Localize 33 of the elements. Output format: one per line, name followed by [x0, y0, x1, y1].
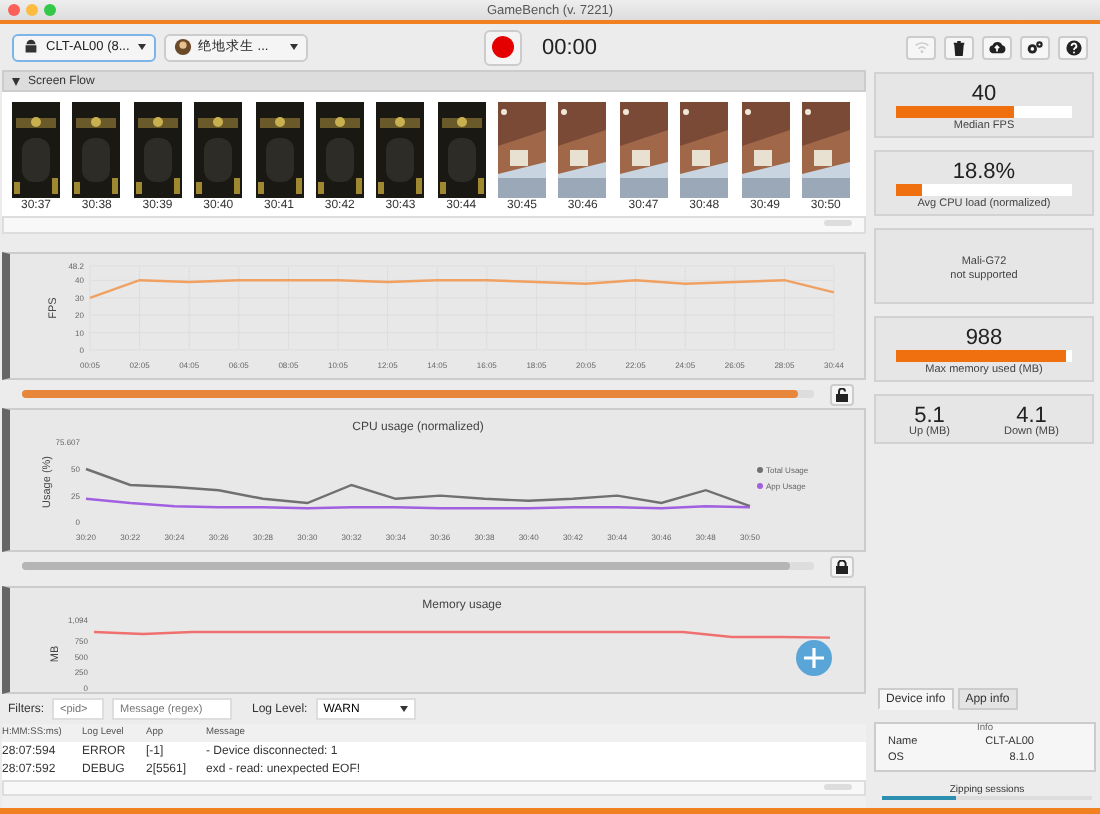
wifi-icon — [913, 40, 929, 54]
stat-value: 18.8% — [952, 162, 1016, 182]
stat-value: 4.1 — [1016, 406, 1047, 426]
help-button[interactable] — [1058, 35, 1088, 59]
app-icon — [174, 38, 192, 56]
plus-icon — [804, 648, 824, 668]
delete-button[interactable] — [944, 35, 974, 59]
add-button[interactable] — [796, 640, 832, 676]
help-icon — [1065, 39, 1081, 55]
stat-value: 5.1 — [914, 406, 945, 426]
upload-button[interactable] — [982, 35, 1012, 59]
gears-icon — [1026, 39, 1044, 55]
horizontal-scrollbar[interactable] — [2, 780, 866, 796]
caret-icon — [290, 44, 298, 50]
close-button[interactable] — [8, 4, 20, 16]
lock-button[interactable] — [830, 555, 854, 577]
settings-button[interactable] — [1020, 35, 1050, 59]
range-slider[interactable] — [22, 390, 814, 398]
range-slider[interactable] — [22, 562, 814, 570]
record-button[interactable] — [484, 29, 522, 65]
trash-icon — [952, 39, 966, 55]
stat-value: 40 — [971, 84, 997, 104]
horizontal-scrollbar[interactable] — [2, 216, 866, 234]
lock-icon — [836, 559, 848, 573]
minimize-button[interactable] — [26, 4, 38, 16]
unlock-button[interactable] — [830, 383, 854, 405]
stat-value: 988 — [965, 328, 1003, 348]
timer: 00:00 — [542, 35, 598, 59]
zoom-button[interactable] — [44, 4, 56, 16]
cloud-upload-icon — [988, 40, 1006, 54]
caret-icon — [138, 44, 146, 50]
unlock-icon — [836, 387, 848, 401]
caret-icon — [399, 706, 408, 712]
